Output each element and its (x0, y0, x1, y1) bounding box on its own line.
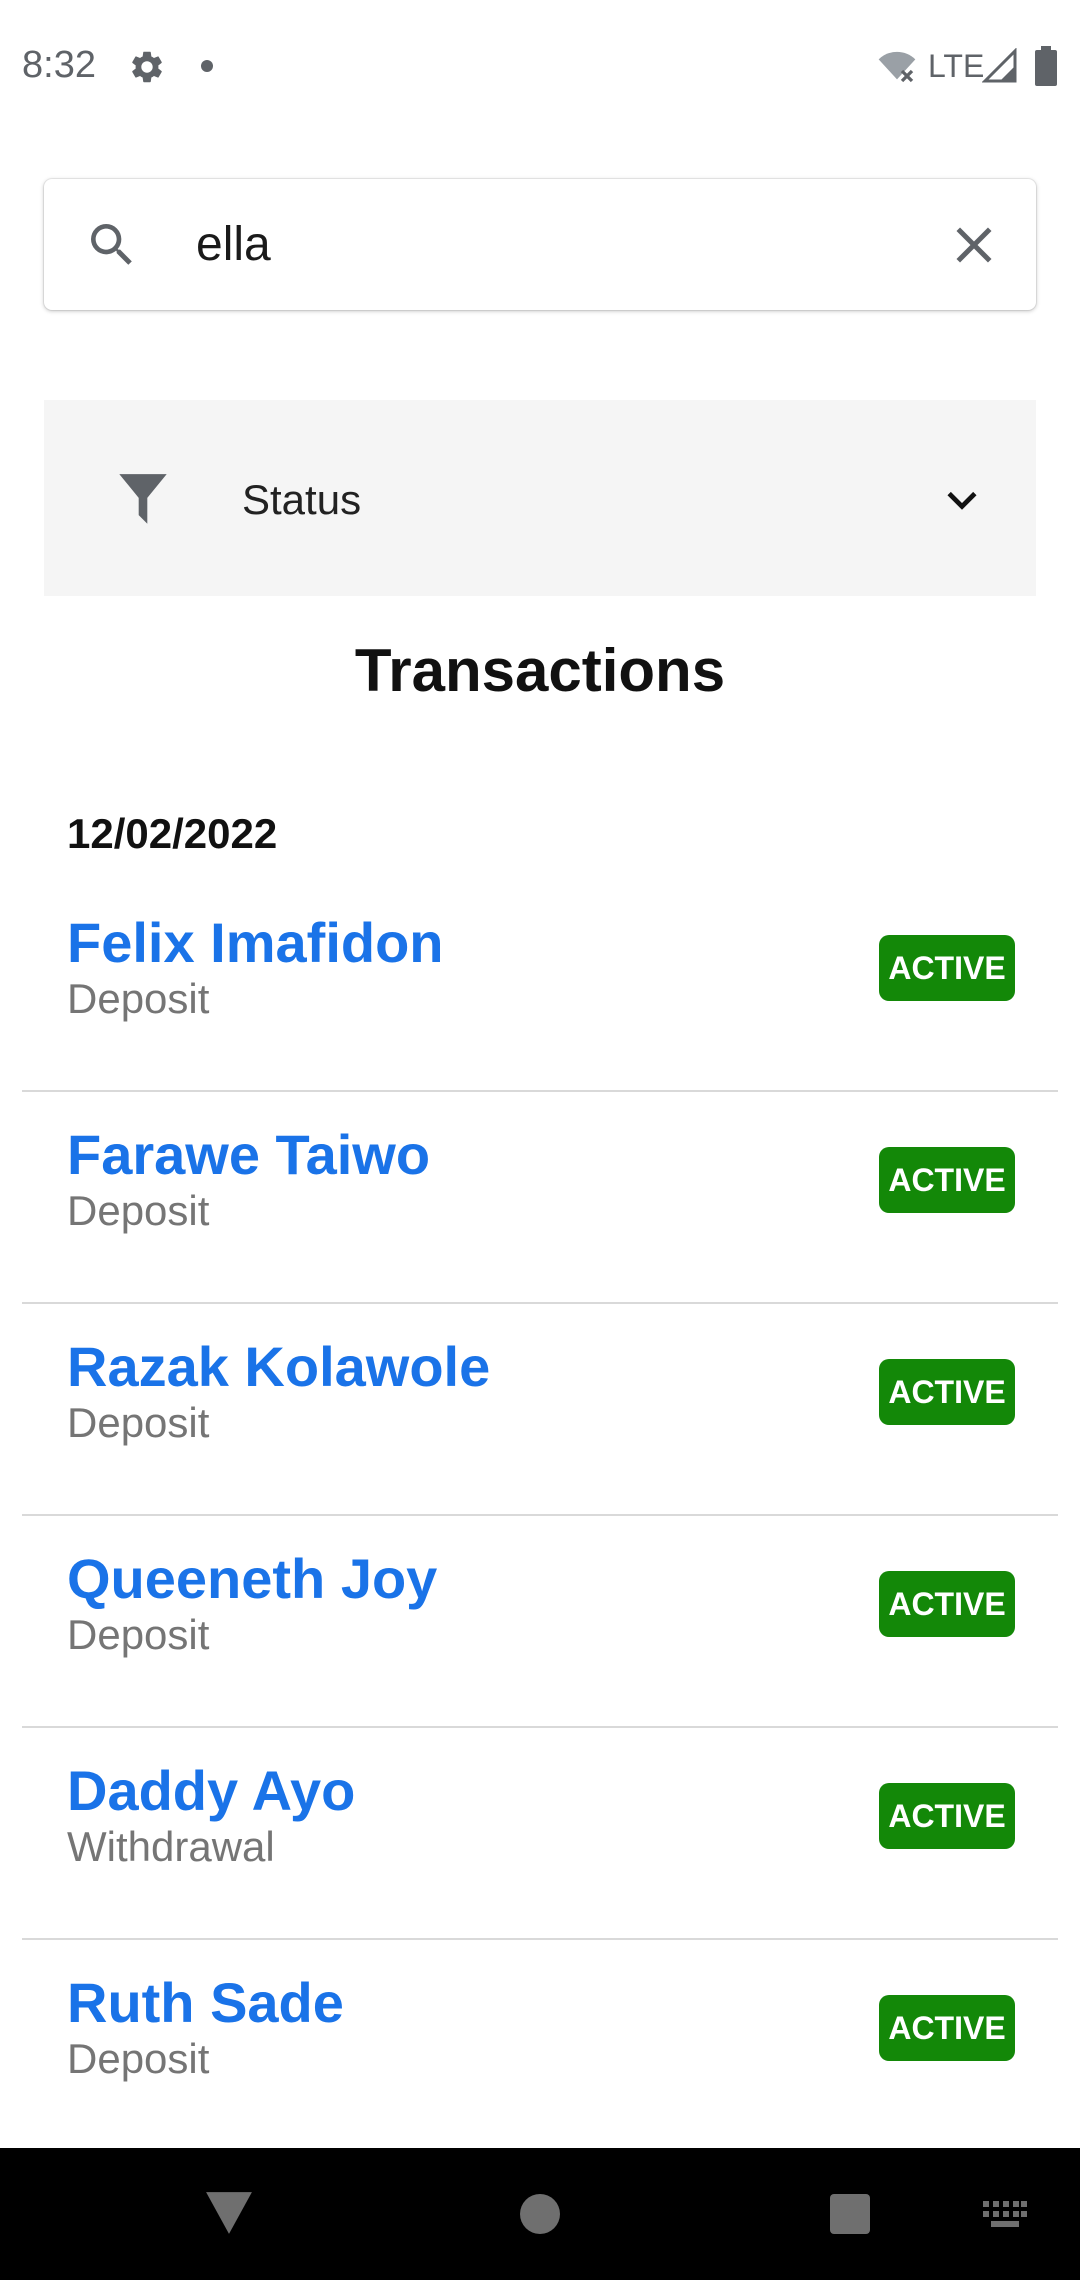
search-bar (44, 179, 1036, 310)
transaction-name[interactable]: Razak Kolawole (67, 1334, 490, 1399)
status-badge: ACTIVE (879, 1783, 1015, 1849)
transaction-row[interactable]: Ruth Sade Deposit ACTIVE (22, 1940, 1058, 2150)
transaction-type: Deposit (67, 2035, 210, 2082)
transaction-type: Withdrawal (67, 1823, 275, 1870)
transaction-row[interactable]: Razak Kolawole Deposit ACTIVE (22, 1304, 1058, 1516)
transaction-type: Deposit (67, 1187, 210, 1234)
battery-icon (1035, 46, 1057, 86)
notification-dot (201, 60, 213, 72)
close-icon[interactable] (944, 215, 1004, 275)
status-time: 8:32 (22, 44, 96, 86)
status-filter-dropdown[interactable]: Status (44, 400, 1036, 596)
network-type: LTE (928, 48, 985, 84)
navigation-bar (0, 2148, 1080, 2280)
page-title: Transactions (354, 637, 726, 704)
transaction-name[interactable]: Ruth Sade (67, 1970, 344, 2035)
filter-icon (119, 474, 167, 524)
transaction-list: Felix Imafidon Deposit ACTIVE Farawe Tai… (22, 880, 1058, 2150)
transaction-name[interactable]: Queeneth Joy (67, 1546, 437, 1611)
transaction-name[interactable]: Farawe Taiwo (67, 1122, 430, 1187)
search-icon[interactable] (84, 217, 140, 273)
transaction-row[interactable]: Daddy Ayo Withdrawal ACTIVE (22, 1728, 1058, 1940)
status-badge: ACTIVE (879, 1995, 1015, 2061)
transaction-row[interactable]: Queeneth Joy Deposit ACTIVE (22, 1516, 1058, 1728)
filter-label: Status (242, 476, 362, 523)
status-bar: 8:32 LTE (0, 0, 1080, 135)
status-badge: ACTIVE (879, 935, 1015, 1001)
transaction-name[interactable]: Felix Imafidon (67, 910, 444, 975)
status-badge: ACTIVE (879, 1571, 1015, 1637)
home-icon[interactable] (520, 2194, 560, 2234)
date-header: 12/02/2022 (67, 810, 278, 857)
status-badge: ACTIVE (879, 1359, 1015, 1425)
recents-icon[interactable] (830, 2194, 870, 2234)
transaction-type: Deposit (67, 1611, 210, 1658)
gear-icon (132, 51, 162, 83)
transaction-type: Deposit (67, 975, 210, 1022)
status-badge: ACTIVE (879, 1147, 1015, 1213)
transaction-name[interactable]: Daddy Ayo (67, 1758, 355, 1823)
transaction-row[interactable]: Farawe Taiwo Deposit ACTIVE (22, 1092, 1058, 1304)
search-input[interactable] (196, 209, 936, 279)
keyboard-icon[interactable] (983, 2200, 1027, 2230)
chevron-down-icon[interactable] (940, 478, 984, 522)
back-icon[interactable] (204, 2190, 254, 2236)
transaction-row[interactable]: Felix Imafidon Deposit ACTIVE (22, 880, 1058, 1092)
wifi-off-icon (878, 51, 916, 83)
signal-icon (982, 48, 1017, 83)
transaction-type: Deposit (67, 1399, 210, 1446)
